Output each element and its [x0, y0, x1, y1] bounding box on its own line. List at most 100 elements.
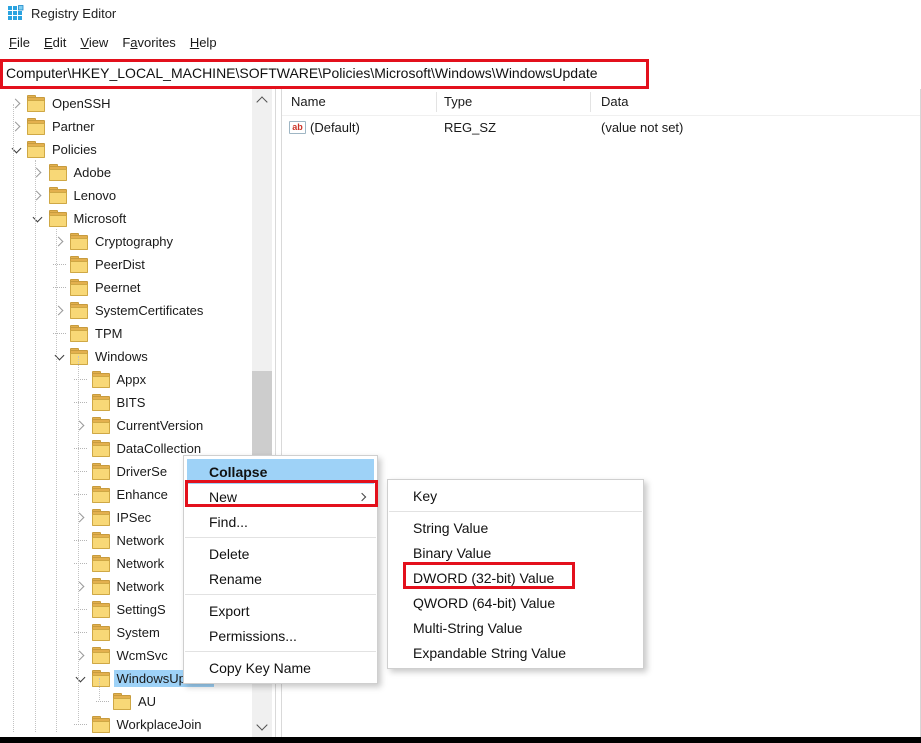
folder-icon — [92, 672, 109, 686]
context-menu-item-label: Find... — [209, 514, 248, 530]
scroll-down-icon — [256, 719, 267, 730]
folder-icon — [70, 281, 87, 295]
address-path[interactable]: Computer\HKEY_LOCAL_MACHINE\SOFTWARE\Pol… — [0, 65, 598, 81]
context-menu-item-copy-key-name[interactable]: Copy Key Name — [184, 655, 377, 680]
chevron-down-icon[interactable] — [71, 667, 91, 690]
column-header-name[interactable]: Name — [282, 92, 437, 112]
tree-item-systemcertificates[interactable]: SystemCertificates — [0, 299, 252, 322]
menu-bar: FileEditViewFavoritesHelp — [0, 27, 921, 57]
tree-connector-line — [74, 724, 87, 725]
tree-connector-line — [53, 264, 66, 265]
column-header-data[interactable]: Data — [591, 92, 920, 112]
chevron-right-icon[interactable] — [28, 161, 48, 184]
submenu-item-expandable-string-value[interactable]: Expandable String Value — [388, 640, 643, 665]
tree-connector — [71, 483, 91, 506]
chevron-right-icon — [32, 191, 42, 201]
context-menu-item-collapse[interactable]: Collapse — [187, 459, 374, 484]
tree-item-currentversion[interactable]: CurrentVersion — [0, 414, 252, 437]
tree-connector — [71, 437, 91, 460]
value-name-cell[interactable]: ab (Default) — [282, 120, 437, 135]
scroll-up-button[interactable] — [252, 91, 272, 108]
folder-icon — [92, 534, 109, 548]
tree-connector — [71, 598, 91, 621]
folder-icon — [92, 465, 109, 479]
address-bar[interactable]: Computer\HKEY_LOCAL_MACHINE\SOFTWARE\Pol… — [0, 57, 921, 90]
context-menu-item-permissions[interactable]: Permissions... — [184, 623, 377, 648]
scroll-down-button[interactable] — [252, 718, 272, 735]
tree-connector-line — [74, 632, 87, 633]
chevron-down-icon[interactable] — [28, 207, 48, 230]
context-menu-separator — [185, 594, 376, 595]
tree-item-peerdist[interactable]: PeerDist — [0, 253, 252, 276]
chevron-right-icon[interactable] — [28, 184, 48, 207]
tree-item-label: WcmSvc — [114, 647, 171, 664]
chevron-right-icon — [75, 513, 85, 523]
chevron-down-icon[interactable] — [49, 345, 69, 368]
folder-icon — [49, 212, 66, 226]
submenu-item-label: DWORD (32-bit) Value — [413, 570, 554, 586]
tree-item-label: Enhance — [114, 486, 171, 503]
submenu-item-label: Key — [413, 488, 437, 504]
list-header: Name Type Data — [282, 89, 920, 116]
tree-item-tpm[interactable]: TPM — [0, 322, 252, 345]
context-menu-item-find[interactable]: Find... — [184, 509, 377, 534]
chevron-right-icon[interactable] — [49, 230, 69, 253]
menu-view[interactable]: View — [74, 32, 114, 53]
context-menu-item-label: Permissions... — [209, 628, 297, 644]
submenu-item-multi-string-value[interactable]: Multi-String Value — [388, 615, 643, 640]
chevron-right-icon[interactable] — [71, 506, 91, 529]
chevron-right-icon[interactable] — [71, 644, 91, 667]
folder-icon — [92, 373, 109, 387]
tree-item-workplacejoin[interactable]: WorkplaceJoin — [0, 713, 252, 736]
submenu-item-binary-value[interactable]: Binary Value — [388, 540, 643, 565]
context-menu-item-delete[interactable]: Delete — [184, 541, 377, 566]
context-menu-item-export[interactable]: Export — [184, 598, 377, 623]
submenu-item-qword-64-bit-value[interactable]: QWORD (64-bit) Value — [388, 590, 643, 615]
context-menu-item-label: Rename — [209, 571, 262, 587]
tree-item-policies[interactable]: Policies — [0, 138, 252, 161]
tree-item-appx[interactable]: Appx — [0, 368, 252, 391]
chevron-down-icon[interactable] — [6, 138, 26, 161]
submenu-item-label: Expandable String Value — [413, 645, 566, 661]
tree-item-label: Network — [114, 578, 168, 595]
chevron-right-icon[interactable] — [49, 299, 69, 322]
tree-item-label: WorkplaceJoin — [114, 716, 205, 733]
tree-item-partner[interactable]: Partner — [0, 115, 252, 138]
tree-item-label: Microsoft — [71, 210, 130, 227]
tree-item-au[interactable]: AU — [0, 690, 252, 713]
column-header-type[interactable]: Type — [437, 92, 591, 112]
folder-icon — [49, 189, 66, 203]
submenu-item-label: String Value — [413, 520, 488, 536]
tree-item-bits[interactable]: BITS — [0, 391, 252, 414]
tree-guide-line — [99, 678, 100, 700]
chevron-right-icon[interactable] — [6, 92, 26, 115]
submenu-item-string-value[interactable]: String Value — [388, 515, 643, 540]
tree-item-windows[interactable]: Windows — [0, 345, 252, 368]
tree-item-lenovo[interactable]: Lenovo — [0, 184, 252, 207]
menu-file[interactable]: File — [3, 32, 36, 53]
tree-item-cryptography[interactable]: Cryptography — [0, 230, 252, 253]
new-submenu: Key String Value Binary Value DWORD (32-bit… — [387, 479, 644, 669]
context-menu-item-rename[interactable]: Rename — [184, 566, 377, 591]
tree-item-openssh[interactable]: OpenSSH — [0, 92, 252, 115]
menu-edit[interactable]: Edit — [38, 32, 72, 53]
folder-icon — [70, 350, 87, 364]
tree-item-microsoft[interactable]: Microsoft — [0, 207, 252, 230]
chevron-right-icon[interactable] — [6, 115, 26, 138]
tree-item-label: Appx — [114, 371, 150, 388]
submenu-item-label: Binary Value — [413, 545, 491, 561]
value-row[interactable]: ab (Default) REG_SZ (value not set) — [282, 116, 920, 138]
chevron-right-icon[interactable] — [71, 575, 91, 598]
submenu-item-dword-32-bit-value[interactable]: DWORD (32-bit) Value — [388, 565, 643, 590]
menu-help[interactable]: Help — [184, 32, 223, 53]
tree-item-label: OpenSSH — [49, 95, 114, 112]
submenu-item-key[interactable]: Key — [388, 483, 643, 508]
context-menu-item-new[interactable]: New — [184, 484, 377, 509]
menu-favorites[interactable]: Favorites — [116, 32, 181, 53]
tree-item-adobe[interactable]: Adobe — [0, 161, 252, 184]
chevron-right-icon[interactable] — [71, 414, 91, 437]
folder-icon — [70, 327, 87, 341]
tree-item-label: Policies — [49, 141, 100, 158]
folder-icon — [70, 258, 87, 272]
tree-item-peernet[interactable]: Peernet — [0, 276, 252, 299]
